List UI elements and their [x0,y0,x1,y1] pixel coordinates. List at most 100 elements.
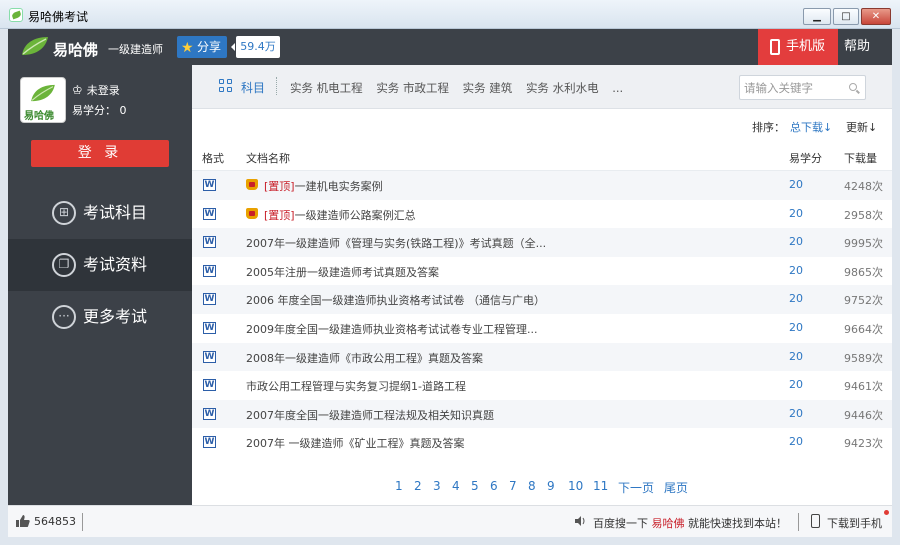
document-title-text: 2008年一级建造师《市政公用工程》真题及答案 [246,351,483,365]
share-label: 分享 [197,40,222,54]
word-doc-icon: W [203,321,216,334]
tab-water-conservancy[interactable]: 实务 水利水电 [526,81,599,95]
table-row[interactable]: W 2007年一级建造师《管理与实务(铁路工程)》考试真题（全... 20 9995次 [192,228,892,257]
document-title[interactable]: [置顶]一级建造师公路案例汇总 [264,207,416,223]
login-button[interactable]: 登 录 [31,140,169,167]
close-button[interactable]: ✕ [861,8,891,25]
document-downloads: 9589次 [844,351,883,365]
document-points: 20 [789,435,803,449]
col-downloads: 下载量 [844,152,877,165]
page-6-link[interactable]: 6 [490,479,498,493]
document-title[interactable]: [置顶]一建机电实务案例 [264,178,383,194]
subject-filter-label[interactable]: 科目 [219,79,265,96]
help-button[interactable]: 帮助 [844,29,870,65]
sidebar-item-more-exams[interactable]: ··· 更多考试 [8,291,192,343]
document-points: 20 [789,349,803,363]
share-button[interactable]: ★ 分享 [177,36,227,58]
document-title[interactable]: 2006 年度全国一级建造师执业资格考试试卷 （通信与广电） [246,292,545,308]
share-count: 59.4万 [231,36,280,58]
sort-bar: 排序： 总下载↓ 更新↓ [192,119,892,135]
document-points: 20 [789,406,803,420]
speaker-icon [575,516,585,526]
page-8-link[interactable]: 8 [528,479,536,493]
more-icon: ··· [52,305,76,329]
sort-by-downloads[interactable]: 总下载↓ [790,119,832,135]
table-row[interactable]: W [置顶]一建机电实务案例 20 4248次 [192,171,892,200]
document-title[interactable]: 2007年度全国一级建造师工程法规及相关知识真题 [246,407,494,423]
table-row[interactable]: W 2007年度全国一级建造师工程法规及相关知识真题 20 9446次 [192,399,892,429]
tab-electromechanical[interactable]: 实务 机电工程 [290,81,363,95]
table-row[interactable]: W [置顶]一级建造师公路案例汇总 20 2958次 [192,200,892,229]
window-title: 易哈佛考试 [28,10,89,24]
table-row[interactable]: W 市政公用工程管理与实务复习提纲1-道路工程 20 9461次 [192,371,892,400]
document-title[interactable]: 市政公用工程管理与实务复习提纲1-道路工程 [246,378,466,394]
document-title-text: 一级建造师公路案例汇总 [294,208,416,222]
document-points: 20 [789,263,803,277]
page-3-link[interactable]: 3 [433,479,441,493]
page-9-link[interactable]: 9 [547,479,555,493]
subject-bar: 科目 实务 机电工程 实务 市政工程 实务 建筑 实务 水利水电 ... [192,65,892,109]
document-title-text: 2005年注册一级建造师考试真题及答案 [246,265,439,279]
document-title[interactable]: 2009年度全国一级建造师执业资格考试试卷专业工程管理... [246,321,537,337]
tab-more[interactable]: ... [612,81,623,95]
page-5-link[interactable]: 5 [471,479,479,493]
pinned-crown-icon [246,179,258,190]
tab-municipal[interactable]: 实务 市政工程 [376,81,449,95]
table-row[interactable]: W 2008年一级建造师《市政公用工程》真题及答案 20 9589次 [192,342,892,372]
page-4-link[interactable]: 4 [452,479,460,493]
table-row[interactable]: W 2006 年度全国一级建造师执业资格考试试卷 （通信与广电） 20 9752次 [192,285,892,314]
page-1-link[interactable]: 1 [395,479,403,493]
page-11-link[interactable]: 11 [593,479,608,493]
pagination: 1 2 3 4 5 6 7 8 9 10 11 下一页 尾页 [192,479,892,495]
star-icon: ★ [181,40,194,56]
word-doc-icon: W [203,179,216,191]
document-points: 20 [789,292,803,306]
sidebar-item-exam-materials[interactable]: ❐ 考试资料 [8,239,192,291]
table-header: 格式 文档名称 易学分 下载量 [192,145,892,171]
word-doc-icon: W [203,350,216,363]
page-10-link[interactable]: 10 [568,479,583,493]
document-downloads: 9752次 [844,294,883,308]
leaf-logo-icon [22,37,48,55]
table-row[interactable]: W 2009年度全国一级建造师执业资格考试试卷专业工程管理... 20 9664次 [192,314,892,343]
word-doc-icon: W [203,407,216,420]
phone-icon [811,514,820,528]
minimize-button[interactable]: ▁ [803,8,831,25]
document-title-text: 2007年度全国一级建造师工程法规及相关知识真题 [246,408,494,422]
copy-icon: ❐ [52,253,76,277]
document-title-text: 一建机电实务案例 [294,180,383,193]
table-row[interactable]: W 2005年注册一级建造师考试真题及答案 20 9865次 [192,257,892,286]
notice-suffix: 就能快速找到本站！ [688,517,787,530]
sidebar-item-exam-subjects[interactable]: ⊞ 考试科目 [8,187,192,239]
search-icon[interactable] [849,83,857,91]
next-page-link[interactable]: 下一页 [618,479,654,496]
col-format: 格式 [202,152,224,165]
avatar[interactable]: 易哈佛 [20,77,66,123]
word-doc-icon: W [203,379,216,392]
divider [798,513,799,531]
sidebar-item-label: 更多考试 [83,307,148,326]
document-downloads: 9664次 [844,322,883,336]
document-downloads: 9423次 [844,437,883,451]
sidebar: 易哈佛 ♔ 未登录 易学分： 0 登 录 ⊞ 考试科目 ❐ 考试资料 ··· 更多… [8,65,192,505]
phone-icon [770,39,780,55]
like-button[interactable]: 564853 [16,515,76,528]
tab-building[interactable]: 实务 建筑 [463,81,513,95]
document-title[interactable]: 2007年 一级建造师《矿业工程》真题及答案 [246,435,465,451]
notice-brand: 易哈佛 [651,517,685,530]
document-title[interactable]: 2007年一级建造师《管理与实务(铁路工程)》考试真题（全... [246,235,546,251]
page-2-link[interactable]: 2 [414,479,422,493]
document-title[interactable]: 2005年注册一级建造师考试真题及答案 [246,264,439,280]
last-page-link[interactable]: 尾页 [664,479,688,496]
page-7-link[interactable]: 7 [509,479,517,493]
login-status-text: 未登录 [86,84,120,97]
thumbs-up-icon [16,515,30,527]
table-row[interactable]: W 2007年 一级建造师《矿业工程》真题及答案 20 9423次 [192,428,892,457]
close-icon: ✕ [871,10,881,22]
maximize-button[interactable]: □ [833,8,859,25]
mobile-version-button[interactable]: 手机版 [758,29,838,65]
document-title[interactable]: 2008年一级建造师《市政公用工程》真题及答案 [246,350,483,366]
search-input[interactable] [744,80,844,96]
sort-by-update[interactable]: 更新↓ [846,119,877,135]
download-to-phone-button[interactable]: 下载到手机 [811,514,882,531]
